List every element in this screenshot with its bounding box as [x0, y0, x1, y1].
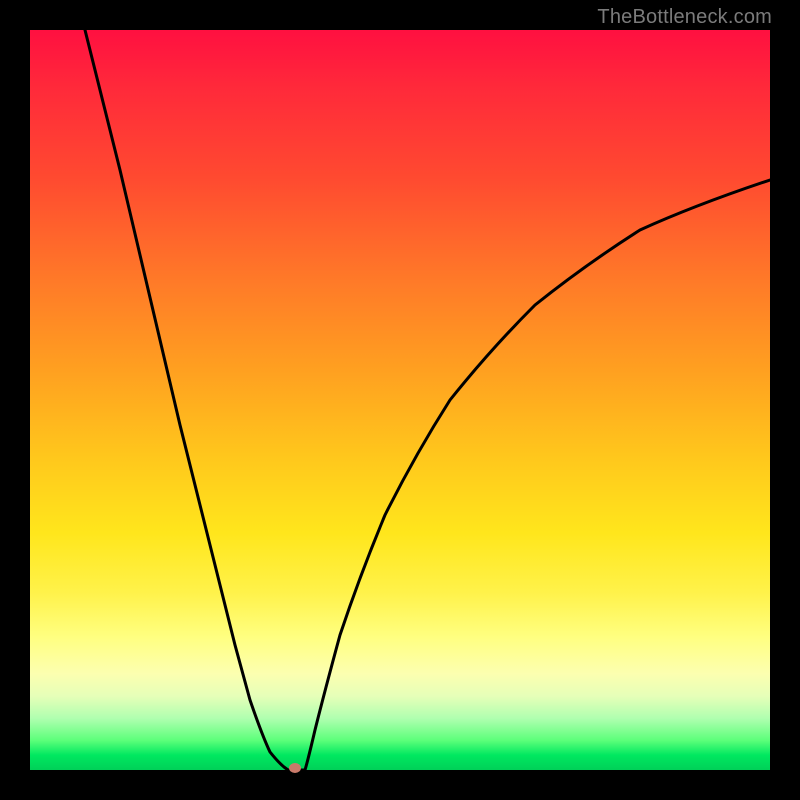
watermark-text: TheBottleneck.com — [597, 6, 772, 29]
curve-path — [85, 30, 770, 770]
bottleneck-curve — [30, 30, 770, 770]
chart-frame: TheBottleneck.com — [0, 0, 800, 800]
min-marker — [289, 763, 301, 773]
plot-area — [30, 30, 770, 770]
